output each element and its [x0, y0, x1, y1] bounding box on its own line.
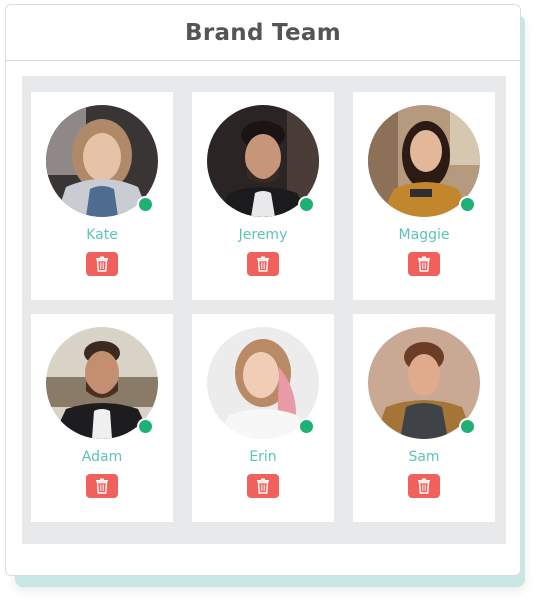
trash-icon	[418, 256, 430, 272]
delete-member-button[interactable]	[86, 474, 118, 498]
member-name: Adam	[81, 449, 123, 465]
member-card: Jeremy	[192, 92, 334, 300]
avatar-wrap	[207, 327, 319, 439]
avatar-wrap	[207, 105, 319, 217]
trash-icon	[96, 256, 108, 272]
member-card: Erin	[192, 314, 334, 522]
member-name: Jeremy	[238, 227, 288, 243]
delete-member-button[interactable]	[86, 252, 118, 276]
delete-member-button[interactable]	[247, 474, 279, 498]
team-title: Brand Team	[185, 19, 341, 46]
member-card: Maggie	[353, 92, 495, 300]
avatar-wrap	[46, 327, 158, 439]
trash-icon	[257, 256, 269, 272]
member-name: Maggie	[398, 227, 450, 243]
trash-icon	[96, 478, 108, 494]
member-card: Sam	[353, 314, 495, 522]
member-name: Sam	[408, 449, 440, 465]
trash-icon	[257, 478, 269, 494]
members-grid: Kate Jeremy Maggie Adam Erin Sam	[22, 76, 506, 544]
online-status-dot	[298, 418, 315, 435]
delete-member-button[interactable]	[408, 252, 440, 276]
online-status-dot	[459, 418, 476, 435]
team-card: Brand Team Kate Jeremy Maggie Adam Erin …	[5, 4, 521, 576]
card-header: Brand Team	[6, 5, 520, 61]
member-name: Kate	[86, 227, 118, 243]
online-status-dot	[137, 196, 154, 213]
online-status-dot	[459, 196, 476, 213]
delete-member-button[interactable]	[247, 252, 279, 276]
delete-member-button[interactable]	[408, 474, 440, 498]
trash-icon	[418, 478, 430, 494]
member-card: Adam	[31, 314, 173, 522]
avatar-wrap	[46, 105, 158, 217]
avatar-wrap	[368, 105, 480, 217]
avatar-wrap	[368, 327, 480, 439]
member-card: Kate	[31, 92, 173, 300]
online-status-dot	[137, 418, 154, 435]
member-name: Erin	[249, 449, 277, 465]
online-status-dot	[298, 196, 315, 213]
